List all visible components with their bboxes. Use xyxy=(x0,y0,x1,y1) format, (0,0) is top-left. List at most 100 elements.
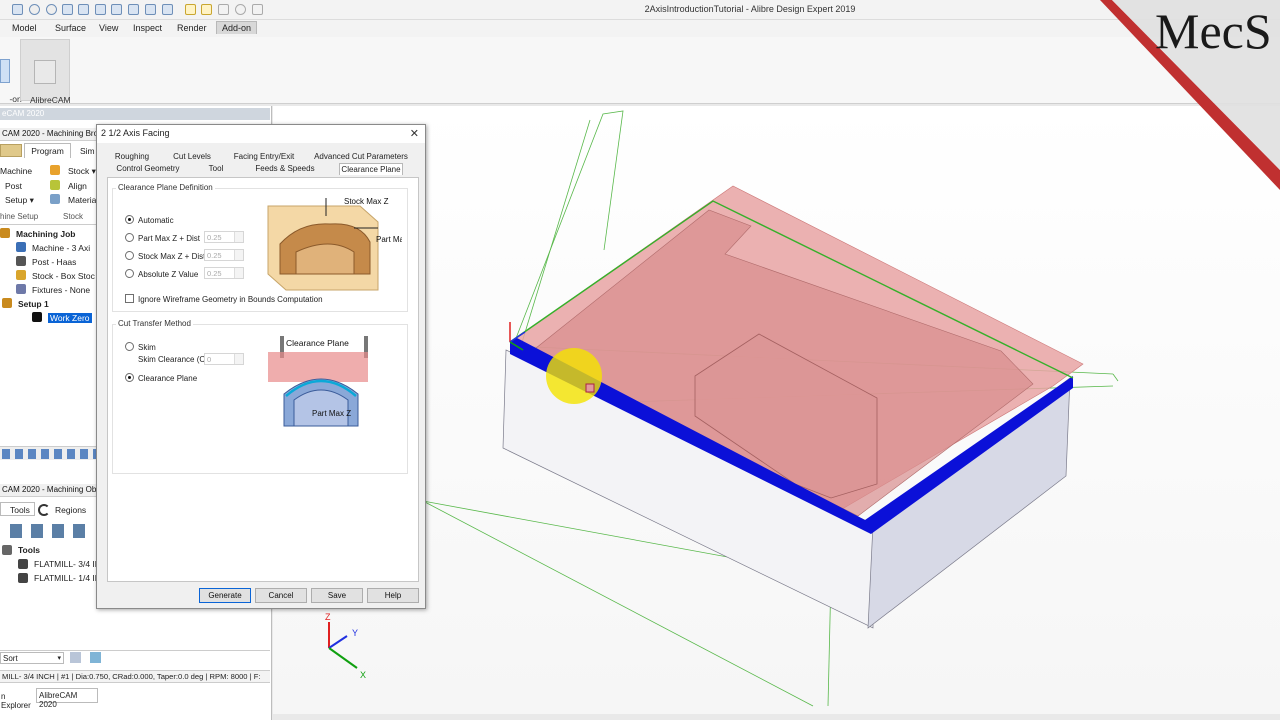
tree-item-icon xyxy=(16,270,26,280)
cursor-highlight xyxy=(546,348,602,404)
stock-button[interactable]: Stock ▾ xyxy=(68,166,96,177)
tools-toolbar[interactable] xyxy=(10,524,92,538)
menu-inspect[interactable]: Inspect xyxy=(133,23,162,33)
part-max-z-input[interactable]: 0.25 xyxy=(204,231,244,243)
menu-view[interactable]: View xyxy=(99,23,118,33)
import-icon[interactable] xyxy=(162,4,173,15)
zoom-window-icon[interactable] xyxy=(252,4,263,15)
tree-item[interactable]: Setup 1 xyxy=(18,299,49,309)
redo-icon[interactable] xyxy=(201,4,212,15)
stock-icon xyxy=(50,165,60,175)
tab-simulate[interactable]: Sim xyxy=(80,146,95,156)
tab-tool[interactable]: Tool xyxy=(201,163,231,175)
skim-clearance-input[interactable]: 0 xyxy=(204,353,244,365)
tree-item[interactable]: Stock - Box Stoc xyxy=(32,271,95,281)
alibrecam-button[interactable]: AlibreCAM 2020 ▾ xyxy=(20,39,71,114)
radio-part-max-z[interactable] xyxy=(125,233,134,242)
close-icon[interactable]: ✕ xyxy=(410,127,419,140)
drawing-icon[interactable] xyxy=(111,4,122,15)
setup-button[interactable]: Setup ▾ xyxy=(5,195,34,206)
filter-icon[interactable] xyxy=(90,652,101,663)
tree-item[interactable]: Work Zero xyxy=(48,313,92,323)
clearance-plane-illustration: Clearance Plane Part Max Z xyxy=(266,330,376,442)
tools-root[interactable]: Tools xyxy=(18,545,40,555)
generate-button[interactable]: Generate xyxy=(199,588,251,603)
material-button[interactable]: Materia xyxy=(68,195,96,205)
material-icon xyxy=(50,194,60,204)
radio-stock-max-z[interactable] xyxy=(125,251,134,260)
cancel-button[interactable]: Cancel xyxy=(255,588,307,603)
undo-icon[interactable] xyxy=(185,4,196,15)
tree-item[interactable]: Machining Job xyxy=(16,229,76,239)
machine-button[interactable]: Machine xyxy=(0,166,32,176)
radio-automatic[interactable] xyxy=(125,215,134,224)
watermark-text: MecS xyxy=(1155,3,1272,59)
tree-item[interactable]: Machine - 3 Axi xyxy=(32,243,90,253)
tree-item-icon xyxy=(16,284,26,294)
save-icon[interactable] xyxy=(12,4,23,15)
zoom-icon[interactable] xyxy=(235,4,246,15)
tab-program[interactable]: Program xyxy=(24,143,71,158)
tree-item-icon xyxy=(16,256,26,266)
tool-status-bar: MILL- 3/4 INCH | #1 | Dia:0.750, CRad:0.… xyxy=(0,670,270,683)
post-button[interactable]: Post xyxy=(5,181,22,191)
tab-cut-levels[interactable]: Cut Levels xyxy=(167,151,217,163)
sketch-icon[interactable] xyxy=(218,4,229,15)
tree-item-icon xyxy=(2,298,12,308)
menu-surface[interactable]: Surface xyxy=(55,23,86,33)
align-button[interactable]: Align xyxy=(68,181,87,191)
skim-clearance-label: Skim Clearance (C) xyxy=(138,355,208,364)
cursor-marker xyxy=(585,383,595,393)
browser-icon-toolbar[interactable] xyxy=(0,446,100,460)
toolbar-icons[interactable] xyxy=(2,449,98,459)
export-icon[interactable] xyxy=(145,4,156,15)
skim-label: Skim xyxy=(138,343,156,352)
open-icon[interactable] xyxy=(46,4,57,15)
stock-max-z-caption: Stock Max Z xyxy=(344,197,389,206)
radio-absolute-z[interactable] xyxy=(125,269,134,278)
tab-explorer[interactable]: n Explorer xyxy=(0,690,36,710)
tab-alibrecam[interactable]: AlibreCAM 2020 xyxy=(36,688,98,709)
tab-clearance-plane[interactable]: Clearance Plane xyxy=(339,163,403,175)
triad-x-label: X xyxy=(360,670,366,680)
tab-facing-entry-exit[interactable]: Facing Entry/Exit xyxy=(229,151,299,163)
ribbon: -on ager AlibreCAM 2020 ▾ xyxy=(0,37,1280,114)
new-icon[interactable] xyxy=(29,4,40,15)
app-title: 2AxisIntroductionTutorial - Alibre Desig… xyxy=(644,4,856,14)
tab-roughing[interactable]: Roughing xyxy=(109,151,155,163)
clearance-plane-option-label: Clearance Plane xyxy=(138,374,198,383)
open-folder-icon[interactable] xyxy=(62,4,73,15)
ignore-wireframe-checkbox[interactable] xyxy=(125,294,134,303)
tab-regions[interactable]: Regions xyxy=(55,505,86,515)
tab-advanced-cut-parameters[interactable]: Advanced Cut Parameters xyxy=(311,151,411,163)
absolute-z-input[interactable]: 0.25 xyxy=(204,267,244,279)
browser-toolbar-icons[interactable] xyxy=(0,144,22,157)
sheet-icon[interactable] xyxy=(128,4,139,15)
help-button[interactable]: Help xyxy=(367,588,419,603)
save-button[interactable]: Save xyxy=(311,588,363,603)
sort-select[interactable]: Sort ▾ xyxy=(0,652,64,664)
automatic-label: Automatic xyxy=(138,216,174,225)
ignore-wireframe-label: Ignore Wireframe Geometry in Bounds Comp… xyxy=(138,295,323,304)
tab-tools[interactable]: Tools xyxy=(0,502,35,516)
group-label-machine-setup: hine Setup xyxy=(0,212,39,221)
radio-clearance-plane[interactable] xyxy=(125,373,134,382)
stock-max-z-label: Stock Max Z + Dist xyxy=(138,252,206,261)
part-icon[interactable] xyxy=(78,4,89,15)
alibrecam-icon xyxy=(34,60,56,84)
tree-item[interactable]: Post - Haas xyxy=(32,257,76,267)
clearance-plane-definition-label: Clearance Plane Definition xyxy=(116,183,215,192)
menu-model[interactable]: Model xyxy=(12,23,37,33)
tools-root-icon xyxy=(2,545,12,555)
menu-addon[interactable]: Add-on xyxy=(216,21,258,34)
tree-item[interactable]: Fixtures - None xyxy=(32,285,90,295)
radio-skim[interactable] xyxy=(125,342,134,351)
sort-az-icon[interactable] xyxy=(70,652,81,663)
tab-control-geometry[interactable]: Control Geometry xyxy=(115,163,181,175)
menu-render[interactable]: Render xyxy=(177,23,207,33)
tab-content: Clearance Plane Definition Automatic Par… xyxy=(107,177,419,582)
assembly-icon[interactable] xyxy=(95,4,106,15)
tab-feeds-speeds[interactable]: Feeds & Speeds xyxy=(249,163,321,175)
align-icon xyxy=(50,180,60,190)
stock-max-z-input[interactable]: 0.25 xyxy=(204,249,244,261)
